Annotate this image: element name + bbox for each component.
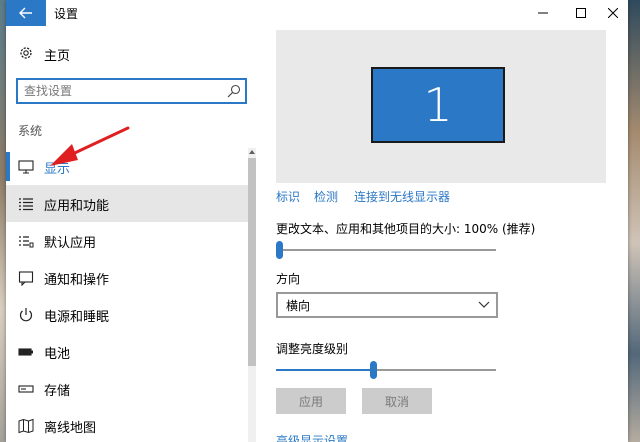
sidebar-item-label: 电池 [44,347,71,362]
identify-link[interactable]: 标识 [276,188,300,205]
active-indicator [6,152,10,181]
slider-thumb[interactable] [369,361,377,379]
back-button[interactable] [6,0,46,26]
cancel-button[interactable]: 取消 [362,388,432,414]
slider-fill [276,369,374,371]
sidebar-item-label: 默认应用 [44,236,97,251]
sidebar-item-default-apps[interactable]: 默认应用 [6,222,248,259]
window-title: 设置 [54,7,79,21]
scale-slider[interactable] [276,240,496,260]
scale-label: 更改文本、应用和其他项目的大小: 100% (推荐) [276,222,536,236]
minimize-button[interactable] [524,0,562,26]
scroll-up-button[interactable] [248,148,256,156]
sidebar-item-notifications[interactable]: 通知和操作 [6,259,248,296]
orientation-value: 横向 [286,299,311,313]
sidebar-item-label: 离线地图 [44,421,97,436]
sidebar-home[interactable]: 主页 [6,40,246,66]
sidebar: 主页 系统 显示 应用和功能 [6,26,256,442]
power-icon [19,308,33,322]
chevron-down-icon [478,301,490,308]
brightness-slider[interactable] [276,360,496,380]
sidebar-item-label: 电源和睡眠 [44,310,110,325]
sidebar-scrollbar-thumb[interactable] [248,158,256,366]
display-settings-pane: 1 标识 检测 连接到无线显示器 更改文本、应用和其他项目的大小: 100% (… [256,26,628,442]
storage-icon [18,385,34,393]
sidebar-item-storage[interactable]: 存储 [6,370,248,407]
battery-icon [18,348,33,356]
gear-icon [20,47,32,59]
desktop-background-right [628,0,640,442]
monitor-arrangement-area: 1 [276,30,606,183]
close-icon [608,8,618,18]
settings-window: 设置 主页 系统 [6,0,628,442]
chevron-up-icon [249,150,255,154]
monitor-number: 1 [423,78,453,132]
notification-icon [18,271,34,286]
monitor-icon [18,160,34,174]
slider-track [276,249,496,251]
orientation-label: 方向 [276,272,301,286]
monitor-tile[interactable]: 1 [371,67,505,143]
sidebar-item-label: 应用和功能 [44,199,110,214]
search-icon[interactable] [227,84,241,98]
sidebar-item-apps-features[interactable]: 应用和功能 [6,185,248,222]
title-bar: 设置 [6,0,628,26]
brightness-label: 调整亮度级别 [276,342,349,356]
search-input[interactable] [18,80,224,102]
apps-list-icon [19,198,33,211]
detect-link[interactable]: 检测 [314,188,338,205]
sidebar-item-offline-maps[interactable]: 离线地图 [6,407,248,442]
sidebar-item-power-sleep[interactable]: 电源和睡眠 [6,296,248,333]
apply-button[interactable]: 应用 [276,388,346,414]
search-box [16,78,247,104]
maximize-icon [576,8,586,18]
close-button[interactable] [594,0,628,26]
sidebar-item-display[interactable]: 显示 [6,148,248,185]
section-label-system: 系统 [18,124,43,138]
sidebar-item-battery[interactable]: 电池 [6,333,248,370]
slider-thumb[interactable] [276,241,283,259]
sidebar-item-label: 显示 [44,162,71,177]
sidebar-item-label: 存储 [44,384,71,399]
default-apps-icon [19,236,34,248]
sidebar-item-label: 通知和操作 [44,273,110,288]
orientation-dropdown[interactable]: 横向 [276,292,498,318]
wireless-display-link[interactable]: 连接到无线显示器 [354,188,450,205]
home-label: 主页 [44,49,71,64]
back-arrow-icon [19,7,32,19]
minimize-icon [538,12,548,14]
advanced-display-settings-link[interactable]: 高级显示设置 [276,432,348,442]
offline-map-icon [18,418,34,434]
